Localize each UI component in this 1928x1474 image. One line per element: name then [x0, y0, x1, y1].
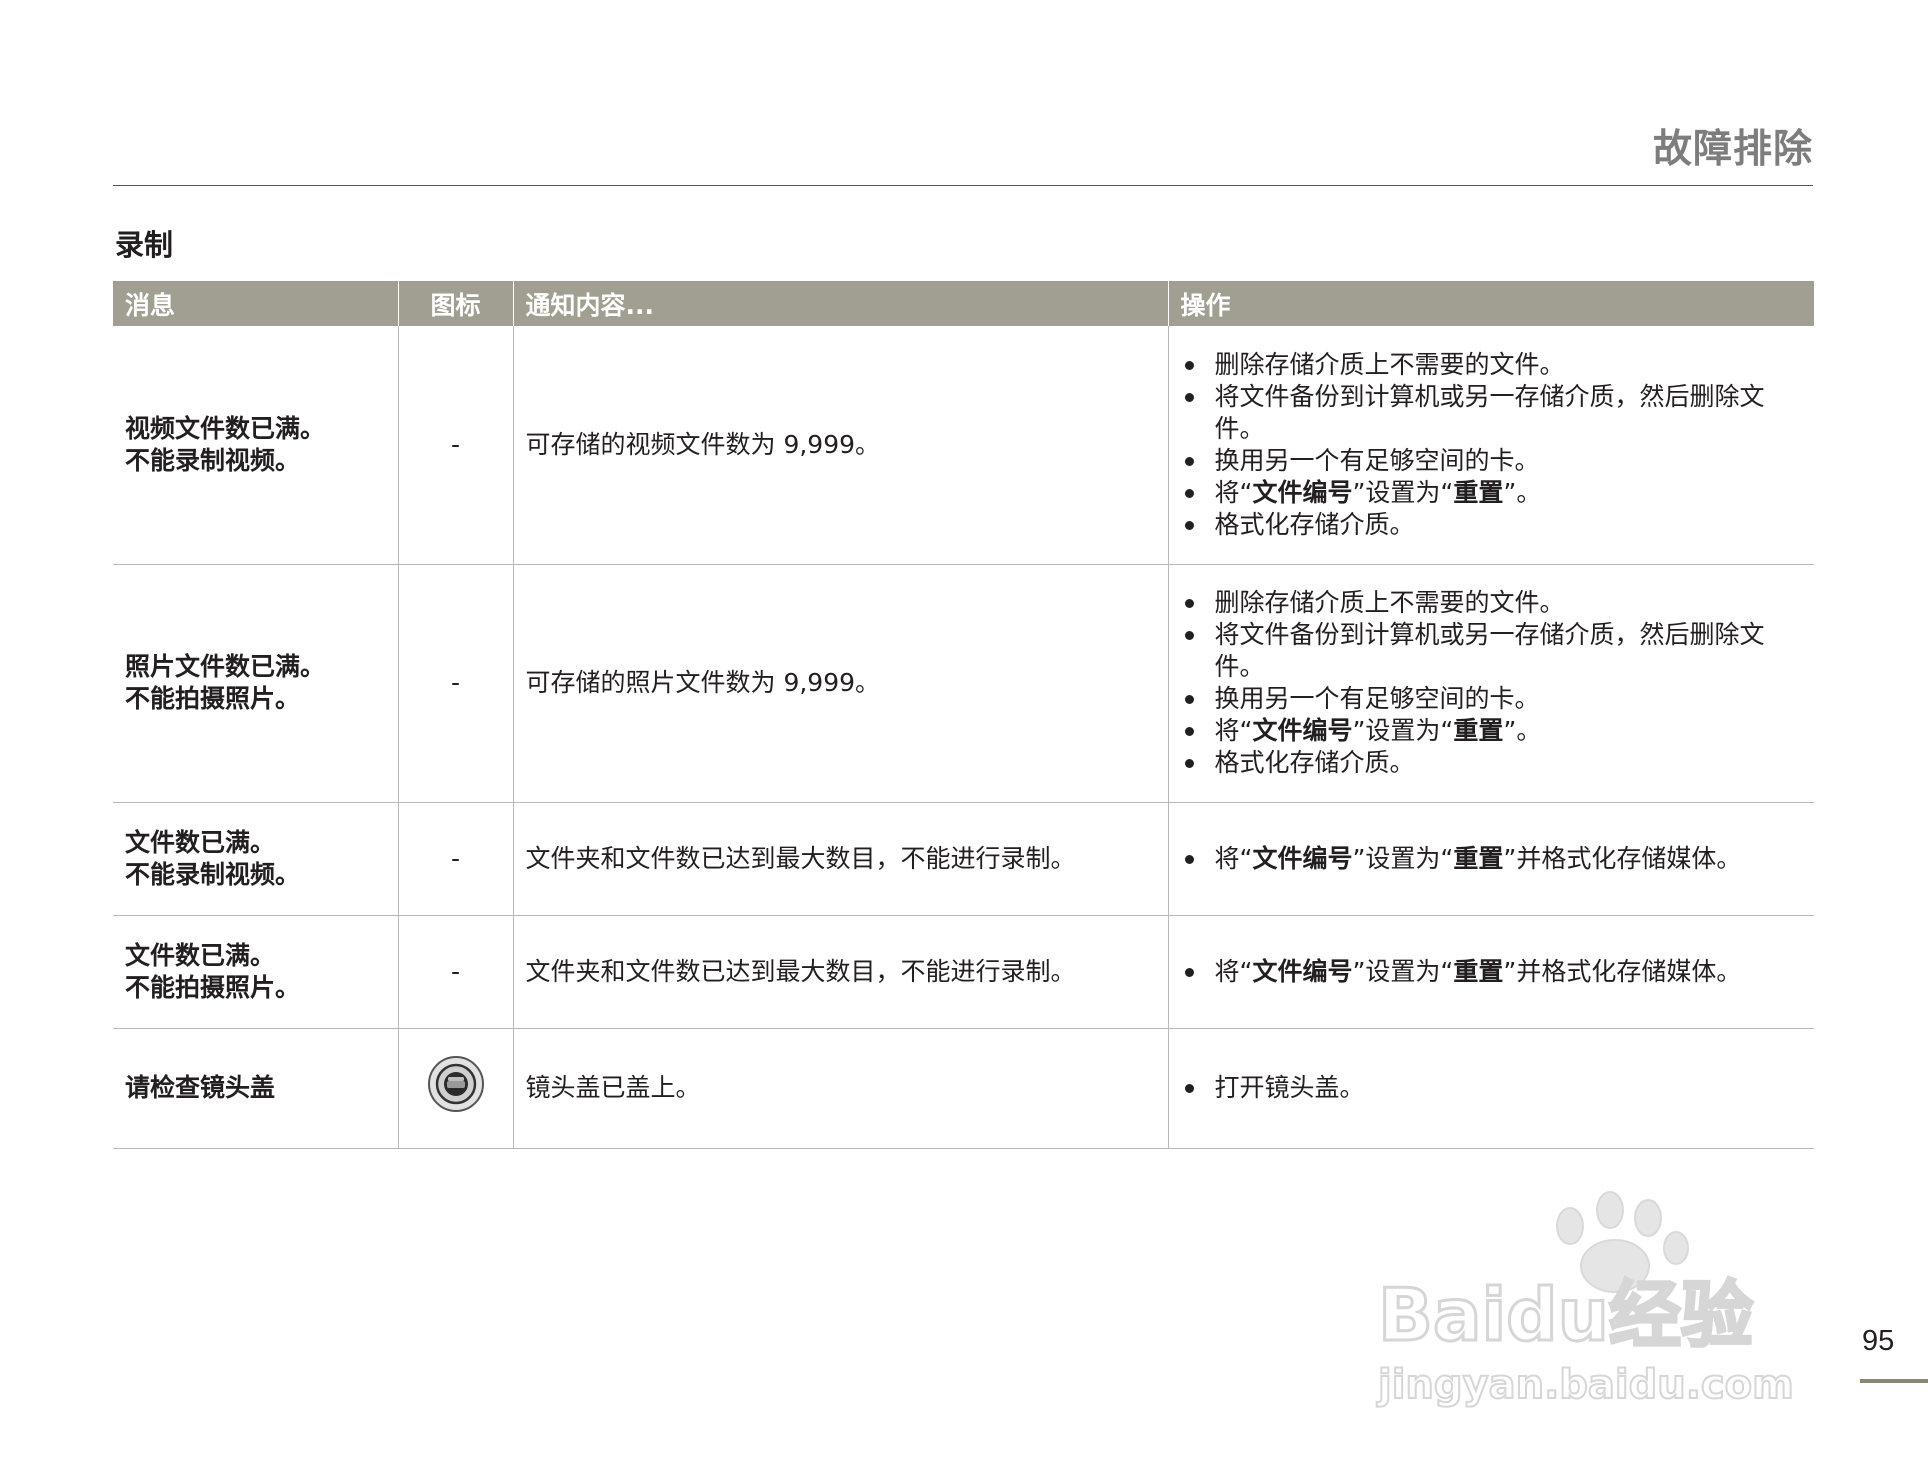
message-line: 不能录制视频。 [125, 859, 301, 889]
content-cell: 文件夹和文件数已达到最大数目，不能进行录制。 [512, 915, 1168, 1029]
page-number: 95 [1862, 1325, 1895, 1357]
action-item: 将“文件编号”设置为“重置”并格式化存储媒体。 [1181, 956, 1803, 988]
table-row: 照片文件数已满。 不能拍摄照片。 - 可存储的照片文件数为 9,999。 删除存… [113, 564, 1814, 803]
icon-cell: - [397, 915, 513, 1029]
setting-name: 文件编号 [1252, 956, 1353, 986]
message-line: 文件数已满。 [125, 940, 276, 970]
message-line: 视频文件数已满。 [125, 413, 326, 443]
table-row: 文件数已满。 不能拍摄照片。 - 文件夹和文件数已达到最大数目，不能进行录制。 … [113, 915, 1814, 1029]
message-line: 不能拍摄照片。 [125, 972, 301, 1002]
message-line: 文件数已满。 [125, 827, 276, 857]
action-item: 换用另一个有足够空间的卡。 [1181, 445, 1803, 477]
action-item: 将“文件编号”设置为“重置”。 [1181, 477, 1803, 509]
content-cell: 可存储的照片文件数为 9,999。 [512, 564, 1168, 803]
action-list: 将“文件编号”设置为“重置”并格式化存储媒体。 [1181, 956, 1803, 988]
action-item: 删除存储介质上不需要的文件。 [1181, 587, 1803, 619]
message-line: 照片文件数已满。 [125, 652, 326, 681]
setting-name: 文件编号 [1252, 477, 1353, 507]
action-cell: 将“文件编号”设置为“重置”并格式化存储媒体。 [1167, 915, 1814, 1029]
action-item: 将文件备份到计算机或另一存储介质，然后删除文件。 [1181, 381, 1803, 445]
action-cell: 将“文件编号”设置为“重置”并格式化存储媒体。 [1167, 802, 1814, 916]
icon-cell: - [397, 802, 513, 916]
action-list: 将“文件编号”设置为“重置”并格式化存储媒体。 [1181, 843, 1803, 875]
message-cell: 文件数已满。 不能拍摄照片。 [113, 915, 398, 1029]
message-cell: 文件数已满。 不能录制视频。 [113, 802, 398, 916]
setting-value: 重置 [1453, 716, 1504, 745]
table-row: 请检查镜头盖 镜头盖已盖上。 打开镜头盖。 [113, 1028, 1814, 1149]
chapter-title: 故障排除 [1652, 127, 1813, 172]
action-list: 打开镜头盖。 [1181, 1072, 1803, 1104]
content-cell: 文件夹和文件数已达到最大数目，不能进行录制。 [512, 802, 1168, 916]
message-line: 请检查镜头盖 [125, 1073, 276, 1102]
content-cell: 可存储的视频文件数为 9,999。 [512, 326, 1168, 565]
table-row: 文件数已满。 不能录制视频。 - 文件夹和文件数已达到最大数目，不能进行录制。 … [113, 802, 1814, 916]
icon-cell: - [397, 564, 513, 803]
setting-name: 文件编号 [1252, 843, 1353, 873]
column-header-action: 操作 [1167, 281, 1814, 326]
table-row: 视频文件数已满。 不能录制视频。 - 可存储的视频文件数为 9,999。 删除存… [113, 326, 1814, 565]
action-item: 将“文件编号”设置为“重置”并格式化存储媒体。 [1181, 843, 1803, 875]
section-title: 录制 [115, 228, 174, 262]
action-item: 将“文件编号”设置为“重置”。 [1181, 715, 1803, 747]
message-cell: 视频文件数已满。 不能录制视频。 [113, 326, 398, 565]
message-cell: 照片文件数已满。 不能拍摄照片。 [113, 564, 398, 803]
setting-name: 文件编号 [1252, 716, 1353, 745]
icon-cell [397, 1028, 513, 1149]
action-item: 将文件备份到计算机或另一存储介质，然后删除文件。 [1181, 619, 1803, 683]
action-list: 删除存储介质上不需要的文件。 将文件备份到计算机或另一存储介质，然后删除文件。 … [1181, 587, 1803, 779]
action-cell: 删除存储介质上不需要的文件。 将文件备份到计算机或另一存储介质，然后删除文件。 … [1167, 326, 1814, 565]
action-cell: 删除存储介质上不需要的文件。 将文件备份到计算机或另一存储介质，然后删除文件。 … [1167, 564, 1814, 803]
action-item: 换用另一个有足够空间的卡。 [1181, 683, 1803, 715]
action-item: 格式化存储介质。 [1181, 509, 1803, 541]
message-cell: 请检查镜头盖 [113, 1028, 398, 1149]
column-header-content: 通知内容... [512, 281, 1168, 326]
baidu-watermark: Baidu经验 jingyan.baidu.com [1370, 1190, 1820, 1410]
page-number-rule [1860, 1379, 1928, 1383]
setting-value: 重置 [1453, 843, 1504, 873]
column-header-icon: 图标 [397, 281, 513, 326]
table-header-row: 消息 图标 通知内容... 操作 [113, 281, 1814, 326]
column-header-message: 消息 [113, 281, 398, 326]
action-item: 打开镜头盖。 [1181, 1072, 1803, 1104]
icon-cell: - [397, 326, 513, 565]
setting-value: 重置 [1453, 956, 1504, 986]
action-item: 格式化存储介质。 [1181, 747, 1803, 779]
setting-value: 重置 [1453, 477, 1504, 507]
action-item: 删除存储介质上不需要的文件。 [1181, 349, 1803, 381]
content-cell: 镜头盖已盖上。 [512, 1028, 1168, 1149]
baidu-logo-text: Baidu经验 [1378, 1273, 1753, 1357]
lens-cover-icon [427, 1055, 485, 1121]
action-cell: 打开镜头盖。 [1167, 1028, 1814, 1149]
action-list: 删除存储介质上不需要的文件。 将文件备份到计算机或另一存储介质，然后删除文件。 … [1181, 349, 1803, 541]
header-rule [113, 185, 1813, 186]
message-line: 不能录制视频。 [125, 445, 301, 475]
message-line: 不能拍摄照片。 [125, 684, 301, 713]
baidu-url-text: jingyan.baidu.com [1376, 1362, 1794, 1408]
troubleshooting-table: 消息 图标 通知内容... 操作 视频文件数已满。 不能录制视频。 - 可存储的… [113, 281, 1814, 1149]
